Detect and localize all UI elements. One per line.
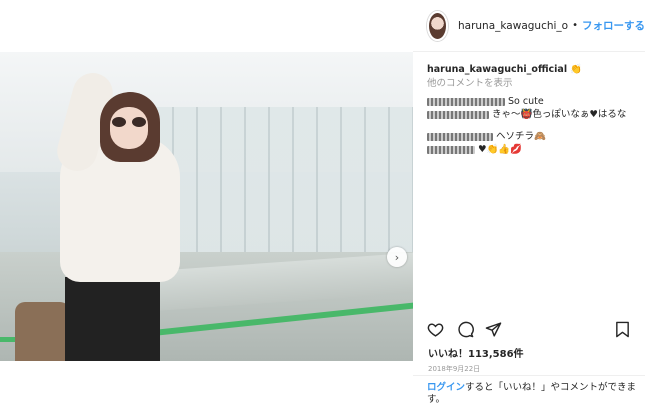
header-username[interactable]: haruna_kawaguchi_o (458, 20, 568, 32)
comment-text: きゃ〜👹色っぽいなぁ♥はるな (492, 109, 627, 120)
comment-username-redacted[interactable] (427, 132, 493, 141)
avatar[interactable] (427, 10, 448, 41)
post-header: haruna_kawaguchi_o • フォローする (413, 0, 645, 52)
photo-sunglasses (112, 117, 146, 127)
comment-item: So cute (427, 95, 637, 108)
login-link[interactable]: ログイン (427, 382, 465, 393)
photo-pants (65, 277, 160, 361)
next-photo-button[interactable]: › (387, 247, 407, 267)
caption-username[interactable]: haruna_kawaguchi_official (427, 64, 567, 75)
comment-item: ヘソチラ🙈 (427, 130, 637, 143)
comment-text: So cute (508, 96, 544, 107)
chevron-right-icon: › (394, 250, 400, 264)
comment-bubble-icon[interactable] (457, 321, 474, 342)
post-actions (427, 321, 632, 339)
caption: haruna_kawaguchi_official 👏 (427, 63, 637, 76)
post-photo[interactable]: › (0, 52, 413, 361)
login-prompt: ログインすると「いいね！」やコメントができます。 (413, 375, 645, 406)
paper-plane-icon[interactable] (485, 321, 502, 342)
follow-button[interactable]: フォローする (582, 18, 645, 33)
comment-username-redacted[interactable] (427, 97, 505, 106)
photo-glass-wall (150, 107, 413, 267)
bookmark-icon[interactable] (615, 321, 630, 342)
comment-item: きゃ〜👹色っぽいなぁ♥はるな (427, 108, 637, 121)
comment-text: ♥👏👍💋 (478, 144, 523, 155)
comment-username-redacted[interactable] (427, 110, 489, 119)
comment-text: ヘソチラ🙈 (496, 131, 546, 142)
header-separator: • (572, 20, 578, 31)
heart-outline-icon[interactable] (427, 321, 444, 342)
instagram-post: › haruna_kawaguchi_o • フォローする haruna_kaw… (0, 0, 645, 412)
photo-face (110, 107, 148, 149)
likes-count[interactable]: いいね！113,586件 (428, 345, 524, 360)
comments-section: haruna_kawaguchi_official 👏 他のコメントを表示 So… (427, 63, 637, 156)
comment-username-redacted[interactable] (427, 145, 475, 154)
comment-item: ♥👏👍💋 (427, 143, 637, 156)
post-date: 2018年9月22日 (428, 365, 481, 373)
photo-bag (15, 302, 70, 361)
photo-person (15, 62, 180, 361)
caption-text: 👏 (570, 64, 582, 75)
view-all-comments-link[interactable]: 他のコメントを表示 (427, 77, 637, 90)
